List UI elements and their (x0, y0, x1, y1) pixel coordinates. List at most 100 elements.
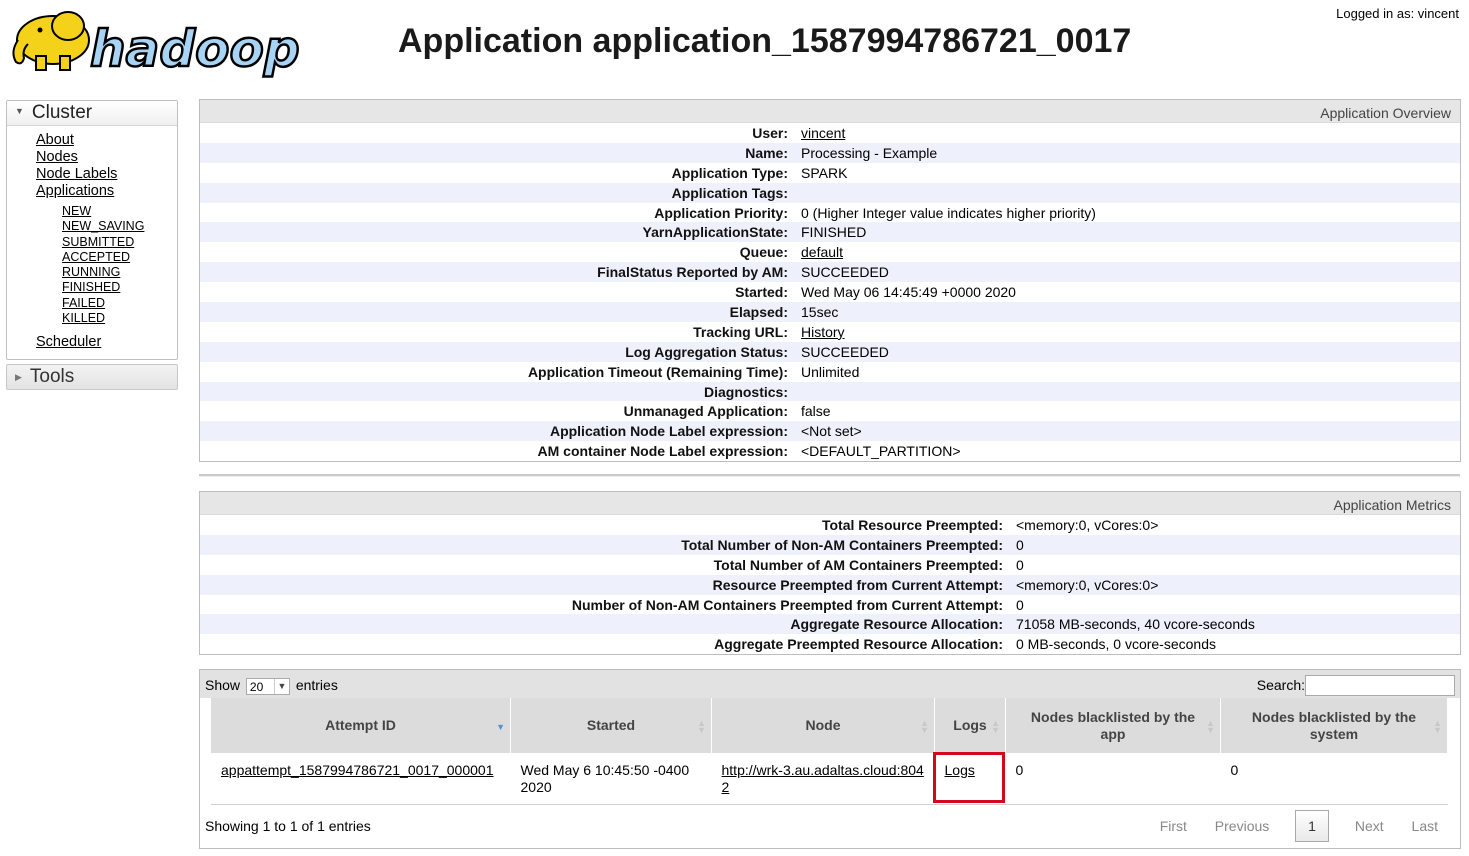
pager-last[interactable]: Last (1400, 810, 1450, 842)
info-link[interactable]: History (801, 324, 845, 340)
logo-text: hadoop (90, 20, 300, 78)
info-key: Log Aggregation Status: (200, 341, 801, 362)
application-overview-panel: Application Overview User: vincent Name: Pr… (199, 99, 1461, 462)
col-blacklisted-system[interactable]: Nodes blacklisted by the system ▲ ▼ (1220, 698, 1448, 753)
attempts-panel: Show 20 ▼ entries Search: Attempt ID ▼ Sta… (199, 669, 1461, 849)
col-node[interactable]: Node ▲ ▼ (711, 698, 935, 753)
sort-icon: ▲ ▼ (920, 718, 929, 735)
info-link[interactable]: default (801, 244, 843, 260)
info-row: Number of Non-AM Containers Preempted fr… (200, 595, 1460, 615)
metrics-table: Total Resource Preempted: <memory:0, vCor… (200, 515, 1460, 654)
search-input[interactable] (1305, 675, 1455, 696)
info-row: Total Resource Preempted: <memory:0, vCor… (200, 515, 1460, 535)
logs-link[interactable]: Logs (945, 762, 975, 778)
cluster-header[interactable]: ▼ Cluster (7, 101, 177, 126)
login-status: Logged in as: vincent (1336, 6, 1459, 21)
info-link[interactable]: vincent (801, 125, 845, 141)
hadoop-logo: hadoop (8, 4, 308, 80)
info-row: Total Number of AM Containers Preempted:… (200, 555, 1460, 575)
info-key: Application Tags: (200, 182, 801, 203)
info-value: SPARK (801, 164, 848, 181)
attempts-table: Attempt ID ▼ Started ▲ ▼ Node ▲ ▼ Logs ▲ ▼ Node… (211, 698, 1448, 805)
search-label: Search: (1256, 677, 1305, 693)
info-key: Resource Preempted from Current Attempt: (200, 574, 1016, 595)
info-value: 0 (1016, 534, 1460, 555)
info-key: Application Node Label expression: (200, 421, 801, 442)
info-row: AM container Node Label expression: <DEFA… (200, 441, 1460, 461)
info-value (801, 381, 1460, 402)
info-row: Application Priority: 0 (Higher Integer v… (200, 203, 1460, 223)
info-value: <memory:0, vCores:0> (1016, 516, 1159, 533)
info-row: User: vincent (200, 123, 1460, 143)
nav-state-submitted[interactable]: SUBMITTED (62, 235, 177, 250)
blacklisted-system-value: 0 (1220, 753, 1448, 805)
tools-header[interactable]: ▶ Tools (6, 364, 178, 391)
col-blacklisted-app[interactable]: Nodes blacklisted by the app ▲ ▼ (1005, 698, 1221, 753)
nav-state-finished[interactable]: FINISHED (62, 280, 177, 295)
page-length-control: Show 20 ▼ entries (205, 677, 338, 695)
info-key: Aggregate Preempted Resource Allocation: (714, 636, 1003, 653)
collapsed-triangle-icon: ▶ (15, 372, 22, 383)
col-logs[interactable]: Logs ▲ ▼ (934, 698, 1006, 753)
info-value: vincent (801, 123, 1460, 143)
pager-current-page[interactable]: 1 (1295, 810, 1329, 842)
sort-icon: ▲ ▼ (991, 718, 1000, 735)
info-row: Log Aggregation Status: SUCCEEDED (200, 341, 1460, 362)
metrics-title: Application Metrics (200, 492, 1460, 515)
info-key: Total Number of Non-AM Containers Preemp… (200, 534, 1016, 555)
attempt-started: Wed May 6 10:45:50 -0400 2020 (510, 753, 712, 805)
info-key: Application Type: (671, 164, 788, 181)
info-row: Queue: default (200, 242, 1460, 262)
info-key: YarnApplicationState: (200, 222, 801, 243)
nav-node-labels[interactable]: Node Labels (36, 166, 177, 183)
table-toolbar: Show 20 ▼ entries Search: (200, 670, 1460, 698)
pager-first[interactable]: First (1148, 810, 1199, 842)
info-value: Processing - Example (801, 142, 1460, 163)
nav-state-running[interactable]: RUNNING (62, 265, 177, 280)
blacklisted-app-value: 0 (1005, 753, 1221, 805)
pager-next[interactable]: Next (1343, 810, 1396, 842)
nav-state-new-saving[interactable]: NEW_SAVING (62, 219, 177, 234)
info-value: <DEFAULT_PARTITION> (801, 443, 961, 460)
node-link[interactable]: http://wrk-3.au.adaltas.cloud:8042 (722, 762, 924, 795)
info-row: Aggregate Resource Allocation: 71058 MB-s… (200, 614, 1460, 635)
info-key: Diagnostics: (200, 381, 801, 402)
info-key: User: (752, 124, 788, 141)
nav-state-failed[interactable]: FAILED (62, 296, 177, 311)
attempt-id-link[interactable]: appattempt_1587994786721_0017_000001 (221, 762, 494, 778)
nav-state-killed[interactable]: KILLED (62, 311, 177, 326)
overview-table: User: vincent Name: Processing - Example App… (200, 123, 1460, 461)
pagination: First Previous 1 Next Last (1148, 810, 1450, 842)
info-row: FinalStatus Reported by AM: SUCCEEDED (200, 262, 1460, 283)
nav-nodes[interactable]: Nodes (36, 149, 177, 166)
info-value: SUCCEEDED (801, 262, 1460, 283)
page-length-select[interactable]: 20 ▼ (245, 677, 290, 695)
info-value (801, 182, 1460, 203)
info-value: History (801, 322, 1460, 342)
col-started[interactable]: Started ▲ ▼ (510, 698, 712, 753)
info-key: Elapsed: (200, 302, 801, 322)
pager-previous[interactable]: Previous (1203, 810, 1281, 842)
chevron-down-icon: ▼ (273, 678, 289, 694)
col-attempt-id[interactable]: Attempt ID ▼ (211, 698, 511, 753)
info-value: Wed May 06 14:45:49 +0000 2020 (801, 284, 1016, 301)
sort-icon: ▲ ▼ (1433, 718, 1442, 735)
sort-desc-icon: ▼ (496, 722, 505, 732)
info-row: Resource Preempted from Current Attempt:… (200, 574, 1460, 595)
info-row: Diagnostics: (200, 381, 1460, 402)
nav-scheduler[interactable]: Scheduler (36, 334, 177, 351)
info-key: Total Number of AM Containers Preempted: (713, 556, 1003, 573)
info-row: Tracking URL: History (200, 322, 1460, 342)
nav-applications[interactable]: Applications (36, 183, 177, 200)
sort-icon: ▲ ▼ (1206, 718, 1215, 735)
table-row: appattempt_1587994786721_0017_000001 Wed… (211, 752, 1448, 805)
info-key: Name: (200, 142, 801, 163)
nav-state-new[interactable]: NEW (62, 204, 177, 219)
info-value: Unlimited (801, 363, 860, 380)
info-value: 71058 MB-seconds, 40 vcore-seconds (1016, 614, 1460, 635)
info-row: Application Tags: (200, 182, 1460, 203)
elephant-icon (12, 11, 90, 71)
nav-state-accepted[interactable]: ACCEPTED (62, 250, 177, 265)
nav-about[interactable]: About (36, 132, 177, 149)
application-metrics-panel: Application Metrics Total Resource Preem… (199, 491, 1461, 655)
